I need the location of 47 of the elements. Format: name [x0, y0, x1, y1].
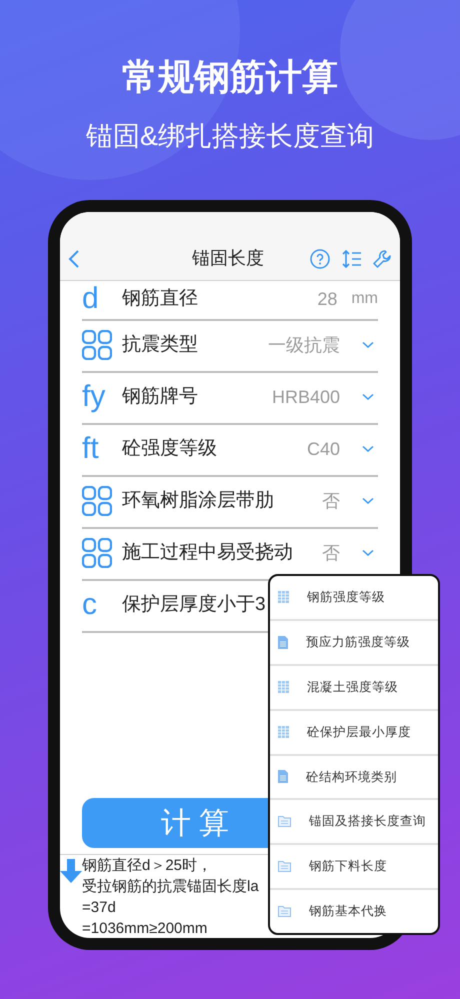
folder-icon [278, 816, 291, 828]
chevron-down-icon [362, 445, 374, 453]
grid-icon [82, 486, 112, 516]
result-line: 钢筋直径d＞25时， [82, 856, 214, 876]
table-icon [278, 591, 289, 604]
symbol-label: fy [82, 382, 106, 412]
field-label: 环氧树脂涂层带肋 [122, 488, 274, 513]
chevron-down-icon [362, 341, 374, 349]
menu-item[interactable]: 预应力筋强度等级 [306, 632, 410, 652]
table-icon [278, 726, 289, 738]
field-label: 保护层厚度小于3 [122, 592, 266, 617]
grid-icon [82, 538, 112, 568]
nav-title: 锚固长度 [192, 247, 264, 270]
field-label: 砼强度等级 [122, 436, 217, 461]
subheadline: 锚固&绑扎搭接长度查询 [86, 120, 374, 153]
result-line: 受拉钢筋的抗震锚固长度la [82, 877, 259, 897]
menu-item[interactable]: 钢筋强度等级 [307, 588, 385, 607]
folder-icon [278, 861, 291, 872]
chevron-down-icon [362, 549, 374, 557]
document-icon [278, 770, 288, 784]
menu-item[interactable]: 砼保护层最小厚度 [307, 722, 411, 742]
document-icon [278, 636, 288, 649]
field-label: 抗震类型 [122, 332, 198, 357]
symbol-label: d [82, 284, 99, 314]
result-line: =37d [82, 898, 117, 918]
symbol-label: c [82, 590, 97, 620]
back-icon[interactable] [68, 248, 80, 268]
sort-icon[interactable] [342, 250, 362, 268]
menu-item[interactable]: 钢筋下料长度 [309, 857, 387, 876]
chevron-down-icon [362, 393, 374, 401]
grid-icon [82, 330, 112, 360]
field-label: 钢筋牌号 [122, 384, 198, 409]
folder-icon [278, 906, 291, 918]
table-icon [278, 681, 289, 694]
down-arrow-icon [60, 859, 82, 883]
wrench-icon[interactable] [372, 248, 392, 268]
field-label: 钢筋直径 [122, 286, 198, 311]
field-label: 施工过程中易受挠动 [122, 540, 293, 565]
menu-item[interactable]: 混凝土强度等级 [307, 678, 398, 697]
unit-label: mm [351, 289, 378, 309]
headline: 常规钢筋计算 [122, 55, 338, 99]
chevron-down-icon [362, 497, 374, 505]
help-icon[interactable] [310, 248, 330, 268]
menu-item[interactable]: 砼结构环境类别 [306, 768, 397, 786]
menu-item[interactable]: 钢筋基本代换 [309, 902, 387, 921]
result-line: =1036mm≥200mm [82, 919, 208, 938]
symbol-label: ft [82, 434, 99, 464]
